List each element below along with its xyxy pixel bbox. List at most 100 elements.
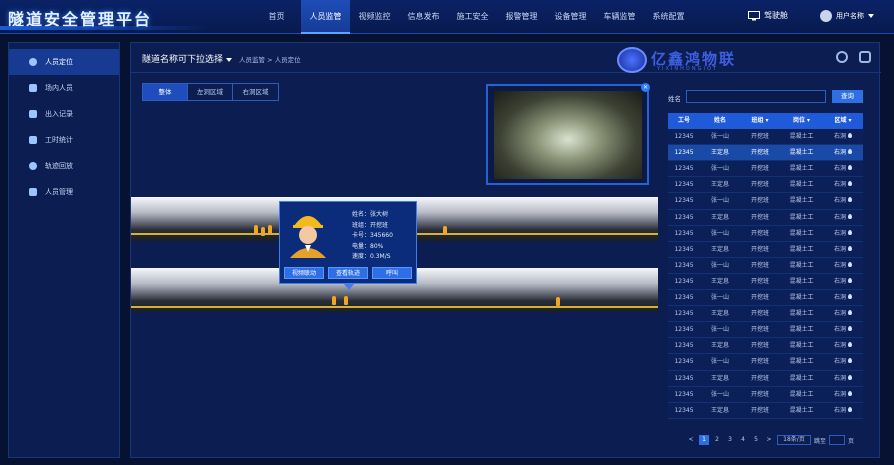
- nav-item-device[interactable]: 设备管理: [546, 0, 595, 34]
- table-row[interactable]: 12345 张一山 开挖班 混凝土工 右洞: [668, 386, 863, 403]
- cell-post: 混凝土工: [789, 165, 814, 173]
- table-row[interactable]: 12345 王定息 开挖班 混凝土工 右洞: [668, 177, 863, 194]
- table-row[interactable]: 12345 王定息 开挖班 混凝土工 右洞: [668, 338, 863, 355]
- sidebar-item-onsite[interactable]: 场内人员: [9, 75, 119, 101]
- column-header-area[interactable]: 区域 ▾: [823, 113, 863, 129]
- column-header-post[interactable]: 岗位 ▾: [780, 113, 823, 129]
- call-button[interactable]: 呼叫: [372, 267, 412, 279]
- table-row[interactable]: 12345 张一山 开挖班 混凝土工 右洞: [668, 322, 863, 339]
- refresh-icon[interactable]: [836, 51, 848, 63]
- location-pin-icon[interactable]: [848, 358, 852, 364]
- location-pin-icon[interactable]: [848, 277, 852, 283]
- sidebar-item-track[interactable]: 轨迹回放: [9, 153, 119, 179]
- location-pin-icon[interactable]: [848, 181, 852, 187]
- page-5[interactable]: 5: [751, 435, 761, 445]
- table-row[interactable]: 12345 王定息 开挖班 混凝土工 右洞: [668, 145, 863, 162]
- location-pin-icon[interactable]: [848, 165, 852, 171]
- location-pin-icon[interactable]: [848, 390, 852, 396]
- worker-marker[interactable]: [261, 227, 265, 236]
- worker-marker[interactable]: [254, 225, 258, 234]
- nav-item-info[interactable]: 信息发布: [399, 0, 448, 34]
- table-row[interactable]: 12345 张一山 开挖班 混凝土工 右洞: [668, 193, 863, 210]
- gear-icon[interactable]: [859, 51, 871, 63]
- table-row[interactable]: 12345 张一山 开挖班 混凝土工 右洞: [668, 225, 863, 242]
- cockpit-button[interactable]: 驾驶舱: [748, 10, 788, 21]
- worker-marker[interactable]: [443, 226, 447, 235]
- worker-team: 班组：开挖班: [352, 221, 389, 229]
- nav-item-video[interactable]: 视频监控: [350, 0, 399, 34]
- table-row[interactable]: 12345 王定息 开挖班 混凝土工 右洞: [668, 402, 863, 419]
- page-1[interactable]: 1: [699, 435, 709, 445]
- column-header-name[interactable]: 姓名: [700, 113, 740, 129]
- location-pin-icon[interactable]: [848, 229, 852, 235]
- table-row[interactable]: 12345 王定息 开挖班 混凝土工 右洞: [668, 370, 863, 387]
- location-pin-icon[interactable]: [848, 149, 852, 155]
- location-pin-icon[interactable]: [848, 245, 852, 251]
- location-pin-icon[interactable]: [848, 213, 852, 219]
- search-button[interactable]: 查询: [832, 90, 863, 103]
- nav-item-safety[interactable]: 施工安全: [448, 0, 497, 34]
- worker-marker[interactable]: [268, 225, 272, 234]
- sidebar-item-records[interactable]: 出入记录: [9, 101, 119, 127]
- tab-right-tunnel[interactable]: 右洞区域: [233, 84, 278, 100]
- worker-marker[interactable]: [344, 296, 348, 305]
- video-link-button[interactable]: 视频联动: [284, 267, 324, 279]
- location-pin-icon[interactable]: [848, 326, 852, 332]
- location-pin-icon[interactable]: [848, 261, 852, 267]
- cell-area: 右洞: [823, 274, 863, 289]
- location-pin-icon[interactable]: [848, 342, 852, 348]
- view-track-button[interactable]: 查看轨迹: [328, 267, 368, 279]
- user-menu[interactable]: 用户名称: [820, 10, 874, 22]
- table-row[interactable]: 12345 张一山 开挖班 混凝土工 右洞: [668, 290, 863, 307]
- nav-item-personnel[interactable]: 人员监管: [301, 0, 350, 34]
- cell-team: 开挖班: [750, 245, 769, 253]
- sidebar-item-location[interactable]: 人员定位: [9, 49, 119, 75]
- tab-overall[interactable]: 整体: [143, 84, 188, 100]
- cell-post: 混凝土工: [789, 213, 814, 221]
- location-pin-icon[interactable]: [848, 133, 852, 139]
- jump-input[interactable]: [829, 435, 846, 445]
- sidebar-item-hours[interactable]: 工时统计: [9, 127, 119, 153]
- table-row[interactable]: 12345 张一山 开挖班 混凝土工 右洞: [668, 161, 863, 178]
- location-pin-icon[interactable]: [848, 310, 852, 316]
- area-label: 右洞: [833, 406, 846, 414]
- sidebar-item-label: 人员管理: [45, 188, 73, 196]
- search-input[interactable]: [686, 90, 826, 103]
- table-row[interactable]: 12345 张一山 开挖班 混凝土工 右洞: [668, 354, 863, 371]
- column-header-id[interactable]: 工号: [668, 113, 700, 129]
- table-row[interactable]: 12345 张一山 开挖班 混凝土工 右洞: [668, 257, 863, 274]
- location-pin-icon[interactable]: [848, 294, 852, 300]
- sidebar-item-label: 出入记录: [45, 110, 73, 118]
- location-pin-icon[interactable]: [848, 197, 852, 203]
- page-3[interactable]: 3: [725, 435, 735, 445]
- sidebar-item-manage[interactable]: 人员管理: [9, 179, 119, 205]
- prev-page-button[interactable]: <: [686, 435, 696, 445]
- column-header-team[interactable]: 班组 ▾: [740, 113, 780, 129]
- table-row[interactable]: 12345 王定息 开挖班 混凝土工 右洞: [668, 209, 863, 226]
- close-icon[interactable]: ✕: [641, 83, 650, 92]
- cell-id: 12345: [674, 245, 694, 253]
- table-row[interactable]: 12345 王定息 开挖班 混凝土工 右洞: [668, 306, 863, 323]
- nav-item-alarm[interactable]: 报警管理: [497, 0, 546, 34]
- next-page-button[interactable]: >: [764, 435, 774, 445]
- worker-marker[interactable]: [556, 297, 560, 306]
- nav-item-home[interactable]: 首页: [252, 0, 301, 34]
- page-4[interactable]: 4: [738, 435, 748, 445]
- table-row[interactable]: 12345 王定息 开挖班 混凝土工 右洞: [668, 241, 863, 258]
- location-pin-icon[interactable]: [848, 406, 852, 412]
- nav-item-vehicle[interactable]: 车辆监管: [595, 0, 644, 34]
- area-label: 右洞: [833, 149, 846, 157]
- page-2[interactable]: 2: [712, 435, 722, 445]
- nav-item-system[interactable]: 系统配置: [644, 0, 693, 34]
- video-preview[interactable]: ✕: [486, 83, 650, 185]
- worker-marker[interactable]: [332, 296, 336, 305]
- title-underline: [0, 26, 210, 30]
- worker-avatar-icon: [290, 216, 326, 258]
- cell-post: 混凝土工: [789, 181, 814, 189]
- tab-left-tunnel[interactable]: 左洞区域: [188, 84, 233, 100]
- table-row[interactable]: 12345 王定息 开挖班 混凝土工 右洞: [668, 273, 863, 291]
- table-row[interactable]: 12345 张一山 开挖班 混凝土工 右洞: [668, 129, 863, 146]
- location-pin-icon[interactable]: [848, 374, 852, 380]
- page-size-select[interactable]: 18条/页: [777, 435, 811, 445]
- tunnel-select[interactable]: 隧道名称可下拉选择: [142, 52, 232, 65]
